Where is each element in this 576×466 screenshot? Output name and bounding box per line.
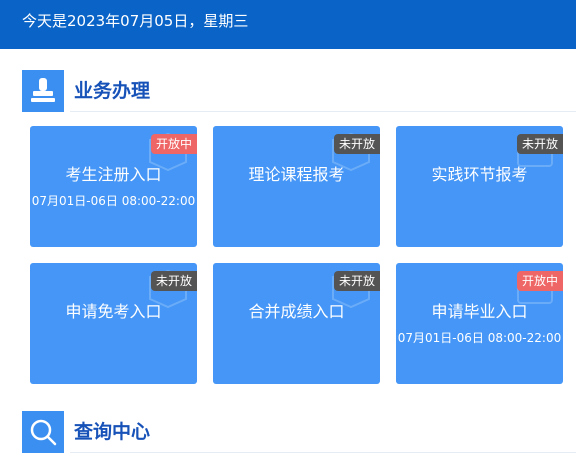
query-section-title: 查询中心 — [74, 421, 151, 443]
tile-label: 实践环节报考 — [431, 165, 528, 184]
status-badge: 未开放 — [150, 271, 197, 291]
tile-theory-course-registration[interactable]: 未开放 理论课程报考 — [213, 126, 380, 247]
top-bar: 今天是2023年07月05日，星期三 — [0, 0, 576, 49]
tile-label: 合并成绩入口 — [248, 302, 345, 321]
tile-graduation-application[interactable]: 开放中 申请毕业入口 07月01日-06日 08:00-22:00 — [396, 263, 563, 384]
search-icon — [22, 411, 64, 453]
tile-time: 07月01日-06日 08:00-22:00 — [31, 194, 196, 208]
status-badge: 开放中 — [516, 271, 563, 291]
section-divider — [70, 111, 576, 112]
stamp-icon — [22, 70, 64, 112]
section-divider — [70, 452, 576, 453]
tile-label: 申请免考入口 — [65, 302, 162, 321]
status-badge: 未开放 — [333, 134, 380, 154]
business-section-header: 业务办理 — [22, 70, 576, 112]
business-section-title: 业务办理 — [74, 80, 151, 102]
query-section-header: 查询中心 — [22, 411, 576, 453]
status-badge: 未开放 — [516, 134, 563, 154]
tile-label: 理论课程报考 — [248, 165, 345, 184]
tile-label: 申请毕业入口 — [431, 302, 528, 321]
status-badge: 未开放 — [333, 271, 380, 291]
tile-merge-scores[interactable]: 未开放 合并成绩入口 — [213, 263, 380, 384]
tile-exam-registration[interactable]: 开放中 考生注册入口 07月01日-06日 08:00-22:00 — [30, 126, 197, 247]
tile-time: 07月01日-06日 08:00-22:00 — [397, 331, 562, 345]
tile-label: 考生注册入口 — [65, 165, 162, 184]
tile-exam-exemption[interactable]: 未开放 申请免考入口 — [30, 263, 197, 384]
current-date: 今天是2023年07月05日，星期三 — [22, 12, 249, 30]
tile-practice-registration[interactable]: 未开放 实践环节报考 — [396, 126, 563, 247]
status-badge: 开放中 — [150, 134, 197, 154]
